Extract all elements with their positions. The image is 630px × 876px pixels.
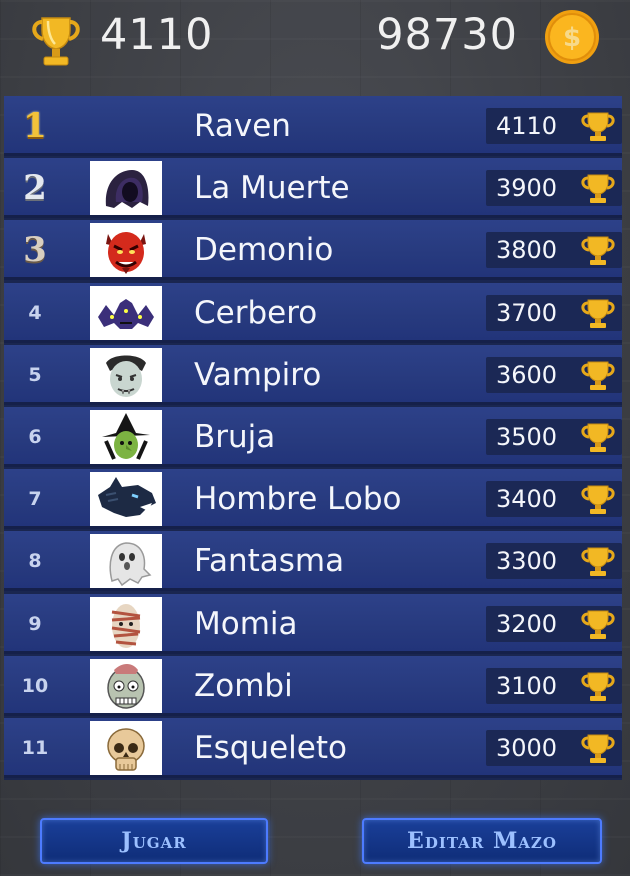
- trophy-icon: [581, 299, 615, 328]
- red-demon-icon: [106, 232, 146, 275]
- score-box: 3000: [486, 730, 622, 766]
- score-box: 3700: [486, 294, 622, 331]
- leaderboard-row[interactable]: 6 Bruja 3500: [4, 407, 622, 467]
- three-headed-dog-icon: [98, 298, 154, 329]
- rank-number: 5: [28, 363, 42, 386]
- player-score: 4110: [496, 112, 558, 140]
- rank-number: 7: [28, 488, 42, 511]
- player-score: 3300: [496, 547, 558, 576]
- rank-number: 10: [21, 674, 49, 697]
- leaderboard-row[interactable]: 8 Fantasma 3300: [4, 531, 622, 592]
- leaderboard-row[interactable]: 2 La Muerte 3900: [4, 158, 622, 219]
- trophy-icon: [581, 672, 615, 701]
- player-name: Fantasma: [194, 543, 345, 580]
- trophy-icon: [581, 423, 615, 452]
- score-box: 3100: [486, 667, 622, 704]
- player-name: Raven: [194, 108, 291, 144]
- rank-number: 8: [28, 550, 42, 573]
- player-name: Hombre Lobo: [194, 481, 402, 518]
- player-avatar: [90, 161, 162, 216]
- player-score: 3100: [496, 671, 558, 700]
- player-name: Momia: [194, 605, 298, 642]
- trophy-icon: [581, 547, 615, 577]
- score-box: 3400: [486, 481, 622, 518]
- skull-icon: [107, 728, 145, 771]
- player-avatar: [90, 347, 162, 402]
- score-box: 3900: [486, 170, 622, 207]
- vampire-icon: [106, 355, 146, 397]
- trophy-icon: [581, 112, 615, 141]
- player-score: 3600: [496, 360, 558, 389]
- ghost-icon: [109, 542, 152, 587]
- player-score: 3900: [496, 174, 558, 203]
- trophy-icon: [581, 734, 615, 763]
- player-score: 3800: [496, 236, 558, 265]
- trophy-icon: [581, 174, 615, 204]
- score-box: 3800: [486, 232, 622, 269]
- player-name: Bruja: [194, 419, 276, 455]
- player-name: La Muerte: [194, 170, 350, 207]
- trophy-icon: [32, 17, 80, 66]
- rank-number: 11: [21, 737, 49, 759]
- score-box: 3200: [486, 605, 622, 642]
- rank-number: 6: [28, 426, 42, 448]
- mummy-icon: [111, 603, 141, 648]
- rank-number: 9: [28, 612, 42, 635]
- player-name: Cerbero: [194, 294, 318, 331]
- player-name: Demonio: [194, 232, 334, 269]
- leaderboard-row[interactable]: 4 Cerbero 3700: [4, 282, 622, 343]
- leaderboard-row[interactable]: 1 Raven 4110: [4, 96, 622, 156]
- player-score: 3700: [496, 298, 558, 327]
- coin-count: 98730: [376, 10, 518, 60]
- player-name: Zombi: [194, 667, 293, 704]
- score-box: 4110: [486, 108, 622, 144]
- player-score: 3400: [496, 485, 558, 514]
- leaderboard-row[interactable]: 11 Esqueleto 3000: [4, 718, 622, 778]
- rank-number: 2: [23, 168, 47, 209]
- player-name: Esqueleto: [194, 730, 347, 766]
- player-name: Vampiro: [194, 356, 322, 393]
- zombie-icon: [107, 663, 145, 709]
- trophy-count: 4110: [100, 10, 214, 60]
- player-score: 3500: [496, 423, 558, 451]
- player-avatar: [90, 596, 162, 651]
- player-avatar: [90, 472, 162, 527]
- rank-number: 3: [23, 230, 47, 271]
- leaderboard-row[interactable]: 9 Momia 3200: [4, 593, 622, 654]
- player-avatar: [90, 410, 162, 464]
- player-score: 3000: [496, 734, 558, 762]
- rank-number: 1: [23, 106, 47, 146]
- witch-icon: [102, 413, 150, 460]
- rank-number: 4: [28, 301, 42, 324]
- coin-icon: $: [545, 10, 599, 64]
- trophy-icon: [581, 610, 615, 639]
- score-box: 3600: [486, 356, 622, 393]
- score-box: 3500: [486, 419, 622, 455]
- leaderboard-row[interactable]: 7 Hombre Lobo 3400: [4, 469, 622, 530]
- werewolf-icon: [98, 477, 156, 518]
- player-avatar: [90, 658, 162, 713]
- trophy-icon: [581, 485, 615, 515]
- player-avatar: [90, 285, 162, 340]
- edit-deck-button[interactable]: Editar Mazo: [362, 818, 602, 864]
- leaderboard-row[interactable]: 5 Vampiro 3600: [4, 344, 622, 405]
- hooded-reaper-icon: [105, 170, 149, 209]
- leaderboard: 1 Raven 4110 2 La Muerte 3900 3 Demonio 3800 4 Cer…: [4, 96, 622, 780]
- top-bar: 4110 98730 $: [0, 0, 630, 92]
- trophy-icon: [581, 361, 615, 390]
- player-avatar: [90, 534, 162, 589]
- svg-text:$: $: [563, 23, 581, 53]
- play-button[interactable]: Jugar: [40, 818, 268, 864]
- player-avatar: [90, 721, 162, 775]
- player-avatar: [90, 223, 162, 278]
- trophy-icon: [581, 236, 615, 266]
- score-box: 3300: [486, 543, 622, 580]
- player-score: 3200: [496, 609, 558, 638]
- leaderboard-row[interactable]: 3 Demonio 3800: [4, 220, 622, 281]
- leaderboard-row[interactable]: 10 Zombi 3100: [4, 655, 622, 716]
